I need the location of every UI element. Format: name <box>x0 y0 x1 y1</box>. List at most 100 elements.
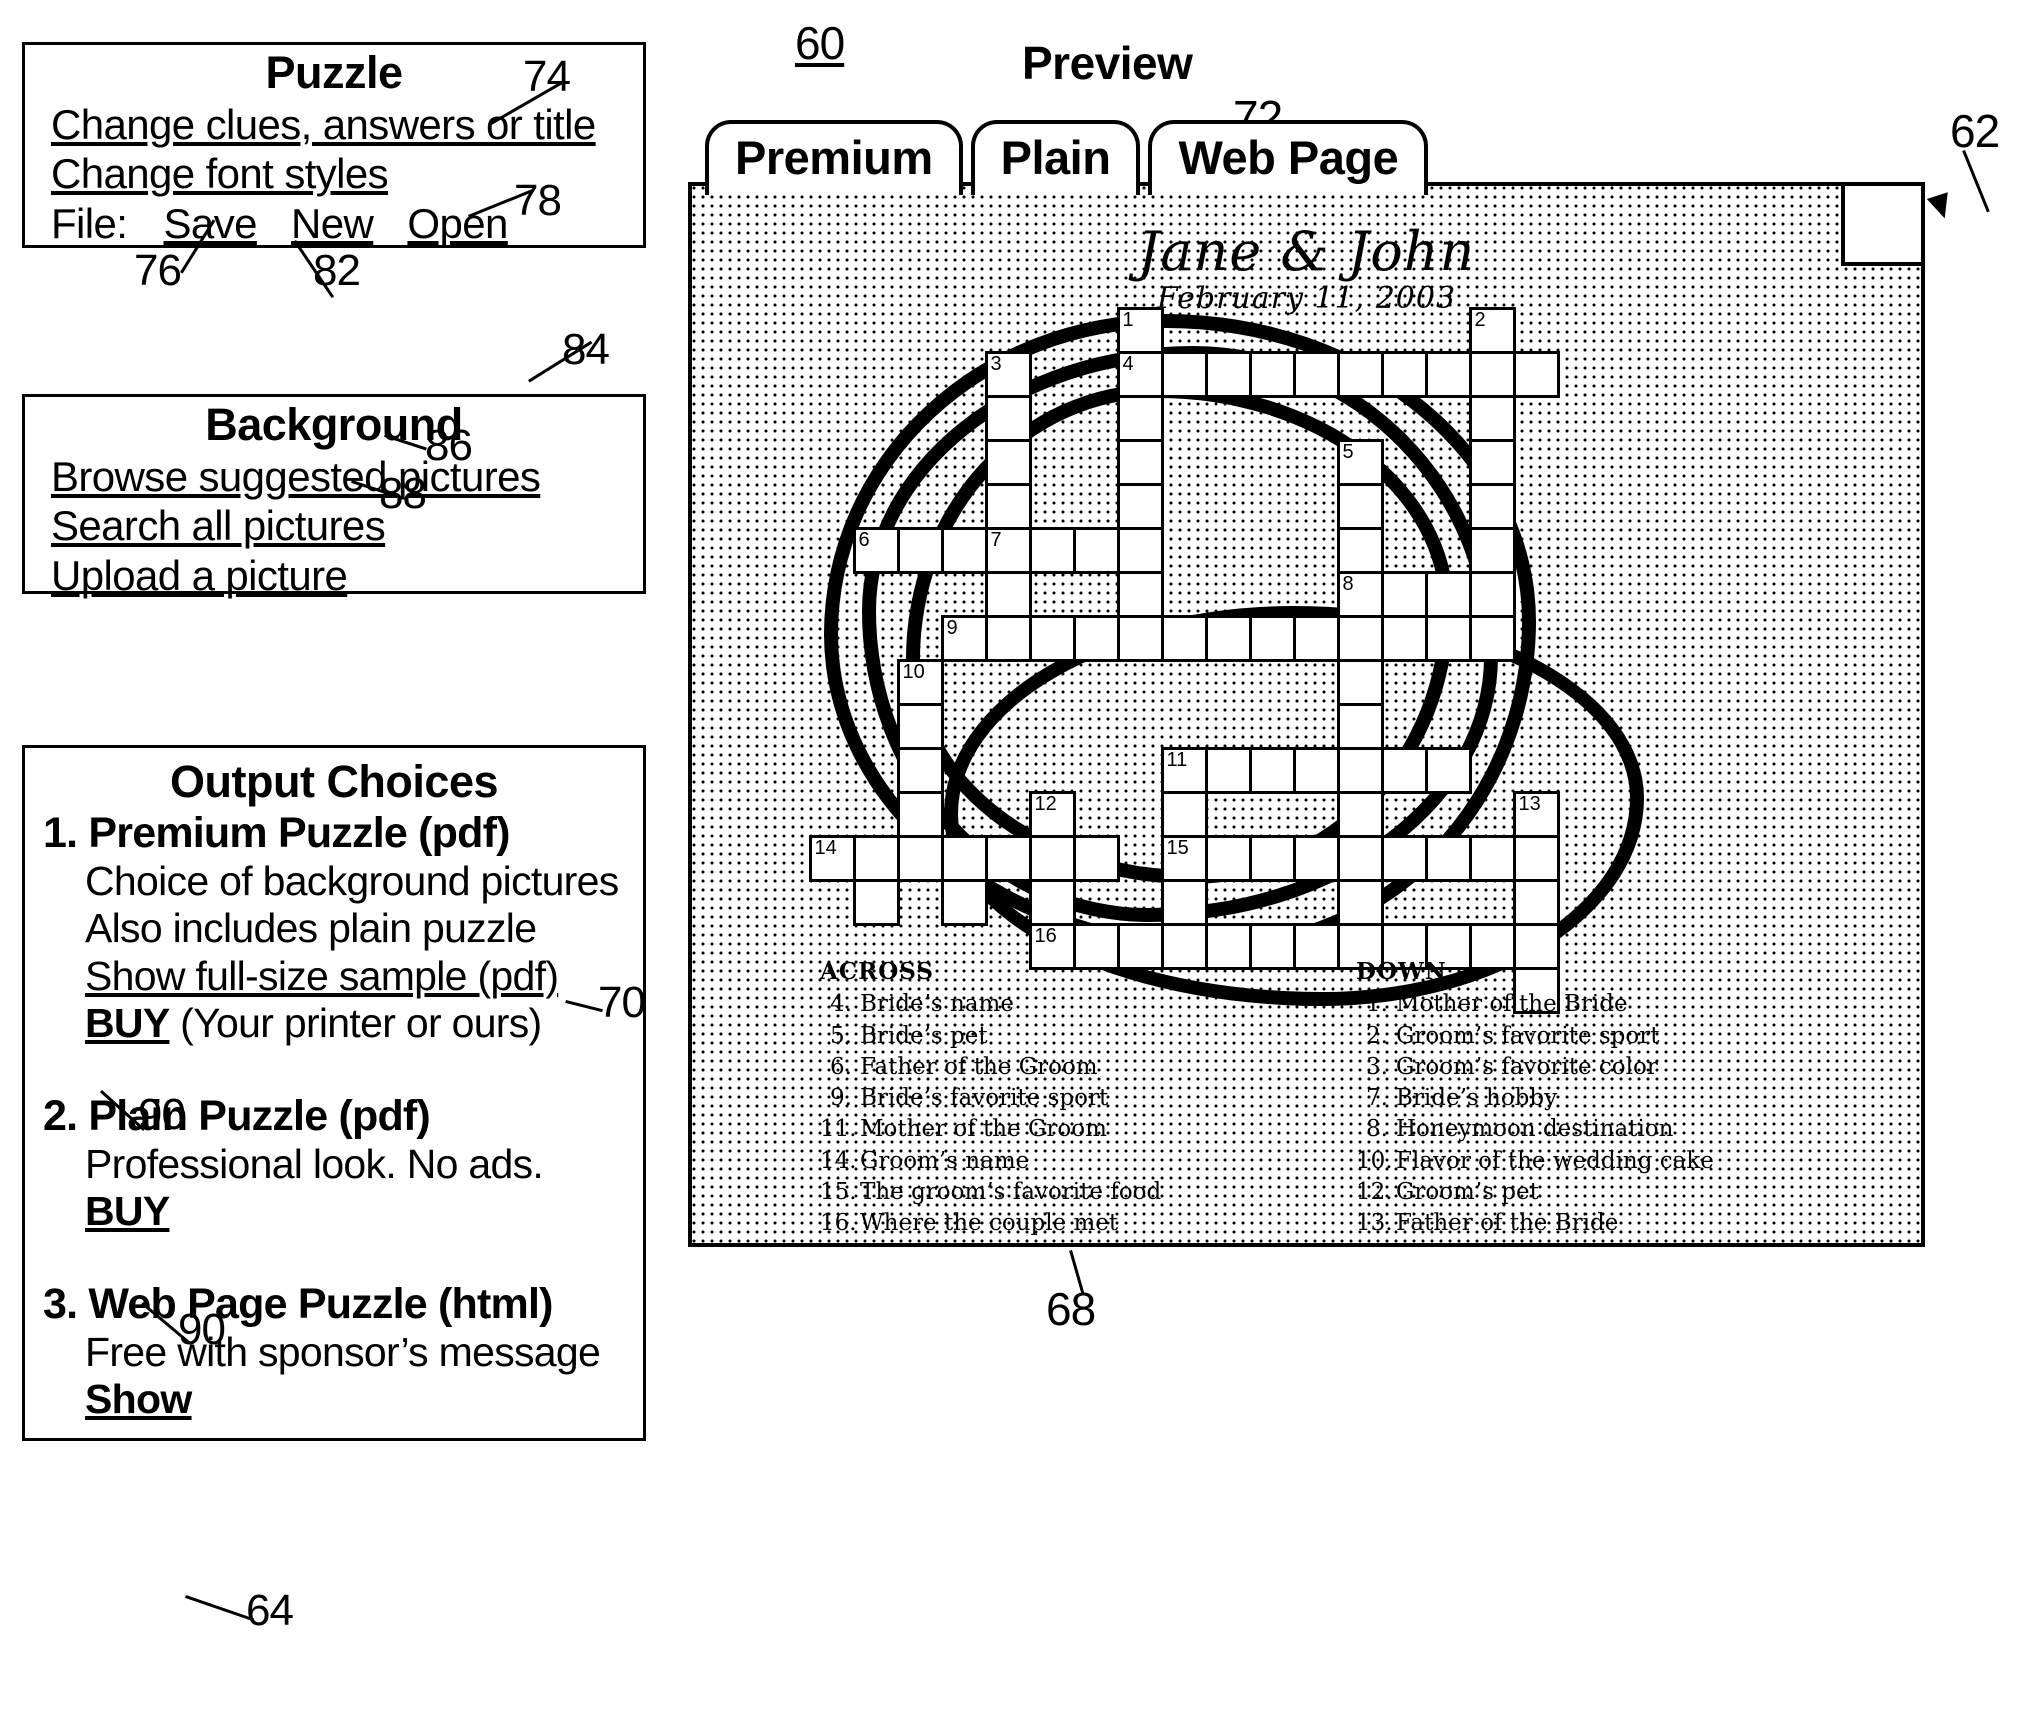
crossword-cell[interactable]: 15 <box>1160 834 1208 882</box>
crossword-cell[interactable] <box>1336 482 1384 530</box>
crossword-cell[interactable] <box>1204 614 1252 662</box>
crossword-cell[interactable] <box>1424 350 1472 398</box>
crossword-cell[interactable] <box>1336 614 1384 662</box>
crossword-cell[interactable] <box>1468 394 1516 442</box>
crossword-cell[interactable] <box>1248 746 1296 794</box>
crossword-cell[interactable] <box>1248 614 1296 662</box>
crossword-cell[interactable] <box>1424 570 1472 618</box>
crossword-cell[interactable] <box>1292 614 1340 662</box>
crossword-cell[interactable]: 2 <box>1468 306 1516 354</box>
crossword-cell[interactable] <box>1336 702 1384 750</box>
link-show-full-size-sample[interactable]: Show full-size sample (pdf) <box>85 953 559 999</box>
crossword-cell[interactable]: 5 <box>1336 438 1384 486</box>
crossword-cell[interactable]: 6 <box>852 526 900 574</box>
crossword-cell[interactable] <box>1424 614 1472 662</box>
crossword-cell[interactable] <box>1468 482 1516 530</box>
crossword-cell[interactable] <box>1116 482 1164 530</box>
crossword-grid[interactable]: 1 2 3 4 5 6 7 8 9 10 11 12 13 14 15 16 <box>808 306 1646 1014</box>
crossword-cell[interactable] <box>1380 570 1428 618</box>
link-search-all-pictures[interactable]: Search all pictures <box>51 502 386 549</box>
crossword-cell[interactable] <box>1072 834 1120 882</box>
crossword-cell[interactable] <box>1160 878 1208 926</box>
crossword-cell[interactable]: 8 <box>1336 570 1384 618</box>
crossword-cell[interactable] <box>1512 834 1560 882</box>
crossword-cell[interactable] <box>1116 526 1164 574</box>
crossword-cell[interactable] <box>1028 526 1076 574</box>
crossword-cell[interactable] <box>1336 790 1384 838</box>
crossword-cell[interactable] <box>984 570 1032 618</box>
crossword-cell[interactable] <box>1292 350 1340 398</box>
crossword-cell[interactable]: 10 <box>896 658 944 706</box>
crossword-cell[interactable]: 13 <box>1512 790 1560 838</box>
crossword-cell[interactable] <box>1204 746 1252 794</box>
crossword-cell[interactable] <box>1204 834 1252 882</box>
buy-button-premium[interactable]: BUY <box>85 1000 170 1046</box>
crossword-cell[interactable] <box>1512 878 1560 926</box>
tab-premium[interactable]: Premium <box>705 120 963 195</box>
crossword-cell[interactable] <box>940 526 988 574</box>
crossword-cell[interactable] <box>1468 526 1516 574</box>
crossword-cell[interactable]: 4 <box>1116 350 1164 398</box>
crossword-cell[interactable]: 11 <box>1160 746 1208 794</box>
crossword-cell[interactable] <box>896 834 944 882</box>
crossword-cell[interactable] <box>896 702 944 750</box>
crossword-cell[interactable] <box>1380 834 1428 882</box>
crossword-cell[interactable] <box>1336 658 1384 706</box>
crossword-cell[interactable] <box>1468 350 1516 398</box>
crossword-cell[interactable] <box>984 834 1032 882</box>
crossword-cell[interactable] <box>1116 570 1164 618</box>
crossword-cell[interactable] <box>1380 614 1428 662</box>
crossword-cell[interactable] <box>1248 350 1296 398</box>
crossword-cell[interactable] <box>1468 438 1516 486</box>
crossword-cell[interactable]: 9 <box>940 614 988 662</box>
crossword-cell[interactable] <box>1336 834 1384 882</box>
crossword-cell[interactable] <box>1116 438 1164 486</box>
crossword-cell[interactable] <box>1072 614 1120 662</box>
crossword-cell[interactable] <box>1204 350 1252 398</box>
crossword-cell[interactable]: 14 <box>808 834 856 882</box>
buy-button-plain[interactable]: BUY <box>85 1188 170 1234</box>
crossword-cell[interactable] <box>1028 614 1076 662</box>
crossword-cell[interactable] <box>1028 834 1076 882</box>
crossword-cell[interactable] <box>1468 614 1516 662</box>
link-upload-a-picture[interactable]: Upload a picture <box>51 552 348 599</box>
crossword-cell[interactable] <box>1292 834 1340 882</box>
crossword-cell[interactable] <box>1336 746 1384 794</box>
crossword-cell[interactable]: 12 <box>1028 790 1076 838</box>
crossword-cell[interactable] <box>896 526 944 574</box>
crossword-cell[interactable] <box>1160 614 1208 662</box>
tab-plain[interactable]: Plain <box>970 120 1141 195</box>
crossword-cell[interactable] <box>1424 834 1472 882</box>
preview-sheet[interactable]: Jane & John February 11, 2003 1234567891… <box>688 182 1925 1247</box>
link-file-new[interactable]: New <box>291 200 374 247</box>
crossword-cell[interactable] <box>1248 834 1296 882</box>
crossword-cell[interactable] <box>1160 350 1208 398</box>
crossword-cell[interactable] <box>1468 570 1516 618</box>
crossword-cell[interactable] <box>1336 350 1384 398</box>
link-change-font-styles[interactable]: Change font styles <box>51 150 389 197</box>
crossword-cell[interactable] <box>1336 526 1384 574</box>
crossword-cell[interactable] <box>1380 746 1428 794</box>
crossword-cell[interactable] <box>1512 350 1560 398</box>
crossword-cell[interactable] <box>1468 834 1516 882</box>
crossword-cell[interactable] <box>852 834 900 882</box>
crossword-cell[interactable] <box>940 834 988 882</box>
crossword-cell[interactable] <box>896 790 944 838</box>
crossword-cell[interactable] <box>1028 878 1076 926</box>
tab-web-page[interactable]: Web Page <box>1148 120 1429 195</box>
crossword-cell[interactable] <box>1116 394 1164 442</box>
crossword-cell[interactable] <box>1336 878 1384 926</box>
crossword-cell[interactable] <box>984 394 1032 442</box>
crossword-cell[interactable]: 7 <box>984 526 1032 574</box>
crossword-cell[interactable] <box>896 746 944 794</box>
crossword-cell[interactable] <box>984 614 1032 662</box>
crossword-cell[interactable] <box>1116 614 1164 662</box>
crossword-cell[interactable]: 1 <box>1116 306 1164 354</box>
crossword-cell[interactable] <box>940 878 988 926</box>
crossword-cell[interactable] <box>852 878 900 926</box>
crossword-cell[interactable]: 3 <box>984 350 1032 398</box>
show-button-webpage[interactable]: Show <box>85 1376 192 1422</box>
crossword-cell[interactable] <box>1380 350 1428 398</box>
crossword-cell[interactable] <box>1424 746 1472 794</box>
crossword-cell[interactable] <box>984 438 1032 486</box>
